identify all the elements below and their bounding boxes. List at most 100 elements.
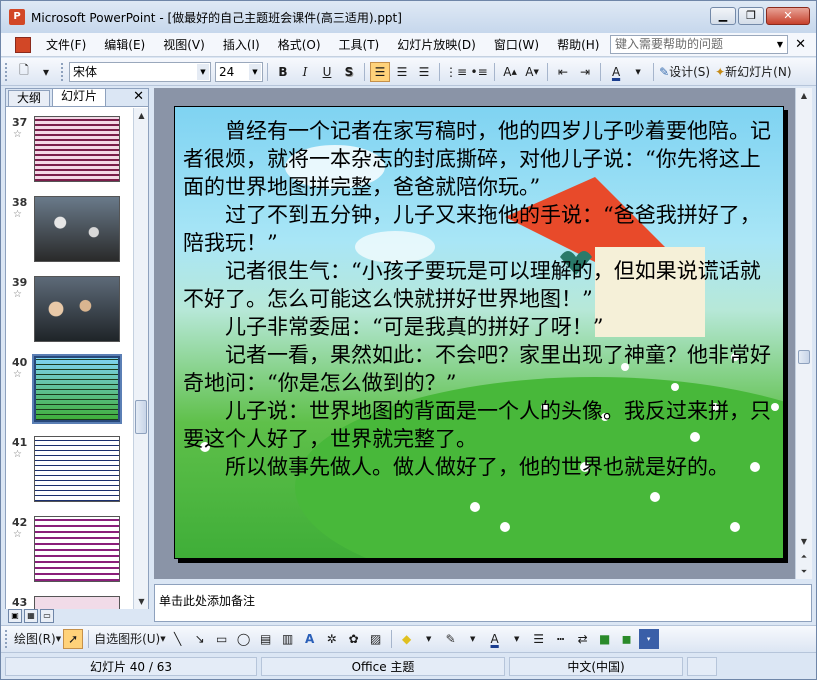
scroll-down-icon[interactable]: ▼ bbox=[134, 594, 149, 609]
pane-close-icon[interactable]: ✕ bbox=[133, 89, 144, 104]
decrease-font-icon[interactable]: A ▼ bbox=[522, 62, 542, 82]
align-left-icon[interactable]: ☰ bbox=[370, 61, 390, 82]
align-center-icon[interactable]: ☰ bbox=[392, 62, 412, 82]
draw-menu-button[interactable]: 绘图(R) ▼ bbox=[14, 629, 61, 649]
fill-color-icon[interactable]: ◆ bbox=[397, 629, 417, 649]
current-slide[interactable]: 曾经有一个记者在家写稿时，他的四岁儿子吵着要他陪。记者很烦，就将一本杂志的封底撕… bbox=[174, 106, 784, 559]
thumbnail-slide-39[interactable]: 39 ☆ bbox=[6, 276, 134, 356]
notes-pane[interactable]: 单击此处添加备注 bbox=[154, 584, 812, 622]
chevron-down-icon[interactable]: ▼ bbox=[197, 63, 209, 80]
slide-scrollbar[interactable]: ▲ ▼ ⏶ ⏷ bbox=[795, 88, 812, 579]
decrease-indent-icon[interactable]: ⇤ bbox=[553, 62, 573, 82]
design-button[interactable]: ✎ 设计(S) bbox=[659, 62, 710, 82]
font-name-select[interactable]: 宋体 ▼ bbox=[69, 61, 211, 82]
menu-insert[interactable]: 插入(I) bbox=[214, 34, 269, 56]
rectangle-icon[interactable]: ▭ bbox=[212, 629, 232, 649]
toolbar-grip[interactable] bbox=[5, 629, 9, 648]
scroll-down-icon[interactable]: ▼ bbox=[796, 534, 812, 549]
autoshapes-button[interactable]: 自选图形(U) ▼ bbox=[94, 629, 166, 649]
thumbnails-scrollbar[interactable]: ▲ ▼ bbox=[133, 108, 148, 609]
menu-help[interactable]: 帮助(H) bbox=[548, 34, 608, 56]
menu-view[interactable]: 视图(V) bbox=[154, 34, 214, 56]
thumbnail-slide-40[interactable]: 40 ☆ bbox=[6, 354, 134, 436]
thumbnail-slide-41[interactable]: 41 ☆ bbox=[6, 436, 134, 516]
new-document-icon[interactable]: 🗋 bbox=[14, 62, 34, 82]
tab-outline[interactable]: 大纲 bbox=[8, 90, 51, 106]
thumbnail-slide-42[interactable]: 42 ☆ bbox=[6, 516, 134, 596]
font-size-select[interactable]: 24 ▼ bbox=[215, 61, 263, 82]
numbering-icon[interactable]: ⋮≡ bbox=[445, 62, 467, 82]
powerpoint-app-icon[interactable]: P bbox=[9, 9, 25, 25]
chevron-down-icon[interactable]: ▼ bbox=[628, 62, 648, 82]
menu-format[interactable]: 格式(O) bbox=[269, 34, 330, 56]
menu-window[interactable]: 窗口(W) bbox=[485, 34, 548, 56]
next-slide-icon[interactable]: ⏷ bbox=[796, 564, 812, 579]
bold-button[interactable]: B bbox=[273, 62, 293, 82]
menu-tools[interactable]: 工具(T) bbox=[330, 34, 389, 56]
restore-button[interactable]: ❐ bbox=[738, 7, 764, 25]
slide-sorter-icon[interactable]: ▦ bbox=[24, 609, 38, 623]
line-color-icon[interactable]: ✎ bbox=[441, 629, 461, 649]
dash-style-icon[interactable]: ┅ bbox=[551, 629, 571, 649]
diagram-icon[interactable]: ✲ bbox=[322, 629, 342, 649]
toolbar-grip-2[interactable] bbox=[61, 62, 65, 81]
line-icon[interactable]: ╲ bbox=[168, 629, 188, 649]
scroll-thumb[interactable] bbox=[798, 350, 810, 364]
powerpoint-window: P Microsoft PowerPoint - [做最好的自己主题班会课件(高… bbox=[0, 0, 817, 680]
chevron-down-icon[interactable]: ▼ bbox=[419, 629, 439, 649]
slide-body-text[interactable]: 曾经有一个记者在家写稿时，他的四岁儿子吵着要他陪。记者很烦，就将一本杂志的封底撕… bbox=[183, 117, 775, 481]
previous-slide-icon[interactable]: ⏶ bbox=[796, 549, 812, 564]
arrow-icon[interactable]: ↘ bbox=[190, 629, 210, 649]
chevron-down-icon[interactable]: ▼ bbox=[773, 36, 787, 53]
status-spare bbox=[687, 656, 717, 676]
thumbnail-slide-43[interactable]: 43 bbox=[6, 596, 134, 609]
document-icon[interactable] bbox=[15, 36, 31, 53]
font-color-icon[interactable]: A bbox=[485, 629, 505, 649]
shadow-button[interactable]: S bbox=[339, 62, 359, 82]
oval-icon[interactable]: ◯ bbox=[234, 629, 254, 649]
align-right-icon[interactable]: ☰ bbox=[414, 62, 434, 82]
slideshow-icon[interactable]: ▭ bbox=[40, 609, 54, 623]
arrow-style-icon[interactable]: ⇄ bbox=[573, 629, 593, 649]
chevron-down-icon[interactable]: ▼ bbox=[249, 63, 261, 80]
toolbar-options-icon[interactable]: ▾ bbox=[638, 628, 659, 649]
help-search-input[interactable]: 键入需要帮助的问题 ▼ bbox=[610, 35, 788, 54]
clip-art-icon[interactable]: ✿ bbox=[344, 629, 364, 649]
status-theme: Office 主题 bbox=[261, 656, 505, 676]
increase-font-icon[interactable]: A ▲ bbox=[500, 62, 520, 82]
font-color-icon[interactable]: A bbox=[606, 62, 626, 82]
3d-style-icon[interactable]: ◼ bbox=[617, 629, 637, 649]
text-box-icon[interactable]: ▤ bbox=[256, 629, 276, 649]
minimize-button[interactable]: ▁ bbox=[710, 7, 736, 25]
new-slide-button[interactable]: ✦ 新幻灯片(N) bbox=[715, 62, 791, 82]
select-pointer-icon[interactable]: ➚ bbox=[63, 628, 84, 649]
chevron-down-icon[interactable]: ▼ bbox=[507, 629, 527, 649]
normal-view-icon[interactable]: ▣ bbox=[8, 609, 22, 623]
thumbnail-slide-38[interactable]: 38 ☆ bbox=[6, 196, 134, 276]
underline-button[interactable]: U bbox=[317, 62, 337, 82]
scroll-up-icon[interactable]: ▲ bbox=[134, 108, 149, 123]
thumbnail-slide-37[interactable]: 37 ☆ bbox=[6, 116, 134, 196]
vertical-text-box-icon[interactable]: ▥ bbox=[278, 629, 298, 649]
animation-star-icon: ☆ bbox=[13, 449, 22, 460]
thumbnail-number: 37 bbox=[12, 116, 28, 129]
toolbar-grip[interactable] bbox=[5, 62, 9, 81]
document-close-icon[interactable]: ✕ bbox=[795, 37, 806, 52]
toolbar-options-icon[interactable]: ▾ bbox=[36, 62, 56, 82]
scroll-thumb[interactable] bbox=[135, 400, 147, 434]
wordart-icon[interactable]: A bbox=[300, 629, 320, 649]
chevron-down-icon[interactable]: ▼ bbox=[463, 629, 483, 649]
bullets-icon[interactable]: •≡ bbox=[469, 62, 489, 82]
menu-edit[interactable]: 编辑(E) bbox=[95, 34, 154, 56]
menu-slideshow[interactable]: 幻灯片放映(D) bbox=[388, 34, 485, 56]
line-style-icon[interactable]: ☰ bbox=[529, 629, 549, 649]
increase-indent-icon[interactable]: ⇥ bbox=[575, 62, 595, 82]
picture-icon[interactable]: ▨ bbox=[366, 629, 386, 649]
italic-button[interactable]: I bbox=[295, 62, 315, 82]
scroll-up-icon[interactable]: ▲ bbox=[796, 88, 812, 103]
tab-slides[interactable]: 幻灯片 bbox=[52, 88, 107, 106]
thumbnail-image bbox=[34, 276, 120, 342]
menu-file[interactable]: 文件(F) bbox=[37, 34, 95, 56]
close-button[interactable]: ✕ bbox=[766, 7, 810, 25]
shadow-style-icon[interactable]: ■ bbox=[595, 629, 615, 649]
